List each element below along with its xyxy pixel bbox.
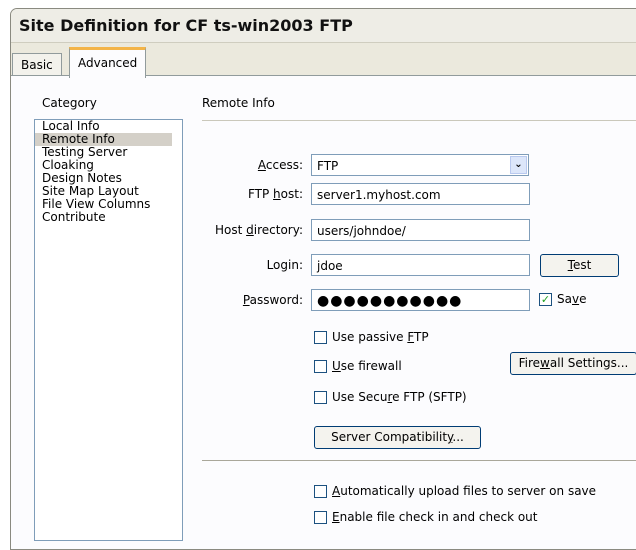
save-label-post: e [579, 292, 587, 306]
section-divider [202, 120, 636, 121]
password-label: Password: [173, 293, 303, 307]
title-bar: Site Definition for CF ts-win2003 FTP [11, 9, 636, 43]
access-select-value: FTP [317, 159, 339, 173]
check-in-out-key: E [332, 510, 340, 524]
sftp-label-pre: Use Secu [332, 390, 388, 404]
test-button-post: est [572, 258, 592, 272]
tab-basic[interactable]: Basic [12, 53, 62, 76]
save-checkbox[interactable]: ✓ [539, 293, 552, 306]
dialog-window: Site Definition for CF ts-win2003 FTP Ba… [10, 8, 636, 550]
ftp-host-field[interactable]: server1.myhost.com [311, 183, 530, 205]
firewall-label-key: U [332, 359, 341, 373]
save-label: Save [557, 292, 586, 306]
check-in-out-checkbox[interactable] [314, 511, 327, 524]
firewall-settings-key: w [540, 356, 550, 370]
host-directory-label: Host directory: [173, 223, 303, 237]
chevron-down-icon[interactable]: ⌄ [510, 156, 527, 174]
access-label-key: A [257, 158, 266, 172]
access-label-post: ccess: [265, 158, 303, 172]
firewall-settings-button[interactable]: Firewall Settings... [510, 352, 636, 375]
ftp-host-label-pre: FTP [247, 187, 274, 201]
login-field[interactable]: jdoe [311, 254, 530, 276]
firewall-label-post: se firewall [340, 359, 402, 373]
ftp-host-label-post: ost: [280, 187, 303, 201]
ftp-host-label: FTP host: [173, 187, 303, 201]
sftp-checkbox[interactable] [314, 391, 327, 404]
access-label: Access: [173, 158, 303, 172]
advanced-panel: Category Local Info Remote Info Testing … [11, 75, 636, 549]
firewall-checkbox[interactable] [314, 360, 327, 373]
save-label-pre: Sa [557, 292, 572, 306]
password-field[interactable]: ●●●●●●●●●●● [311, 289, 530, 311]
auto-upload-key: A [332, 484, 341, 498]
passive-ftp-label-post: TP [414, 330, 429, 344]
category-item-contribute[interactable]: Contribute [35, 211, 182, 224]
host-directory-label-post: irectory: [253, 223, 303, 237]
auto-upload-label: Automatically upload files to server on … [332, 484, 596, 498]
password-label-key: P [242, 293, 250, 307]
server-compat-post: ... [452, 430, 464, 444]
firewall-label: Use firewall [332, 359, 402, 373]
passive-ftp-label-pre: Use passive [332, 330, 408, 344]
passive-ftp-checkbox[interactable] [314, 331, 327, 344]
firewall-settings-pre: Fire [518, 356, 541, 370]
host-directory-field[interactable]: users/johndoe/ [311, 219, 530, 241]
category-list[interactable]: Local Info Remote Info Testing Server Cl… [34, 119, 183, 541]
tab-advanced[interactable]: Advanced [69, 47, 147, 78]
firewall-settings-post: all Settings... [549, 356, 629, 370]
category-heading: Category [42, 96, 97, 110]
separator [202, 460, 636, 461]
test-button[interactable]: Test [540, 254, 619, 277]
auto-upload-checkbox[interactable] [314, 485, 327, 498]
password-label-post: assword: [249, 293, 303, 307]
check-in-out-label: Enable file check in and check out [332, 510, 537, 524]
host-directory-label-key: d [246, 223, 254, 237]
sftp-label-post: e FTP (SFTP) [392, 390, 467, 404]
login-label: Login: [266, 258, 303, 272]
server-compat-pre: Server Compatibilit [331, 430, 448, 444]
auto-upload-post: utomatically upload files to server on s… [340, 484, 597, 498]
sftp-label: Use Secure FTP (SFTP) [332, 390, 467, 404]
passive-ftp-label: Use passive FTP [332, 330, 429, 344]
section-title: Remote Info [202, 96, 275, 110]
access-select[interactable]: FTP ⌄ [311, 154, 529, 176]
server-compatibility-button[interactable]: Server Compatibility... [314, 426, 481, 449]
host-directory-label-pre: Host [214, 223, 247, 237]
ftp-host-label-key: h [273, 187, 281, 201]
check-in-out-post: nable file check in and check out [339, 510, 538, 524]
